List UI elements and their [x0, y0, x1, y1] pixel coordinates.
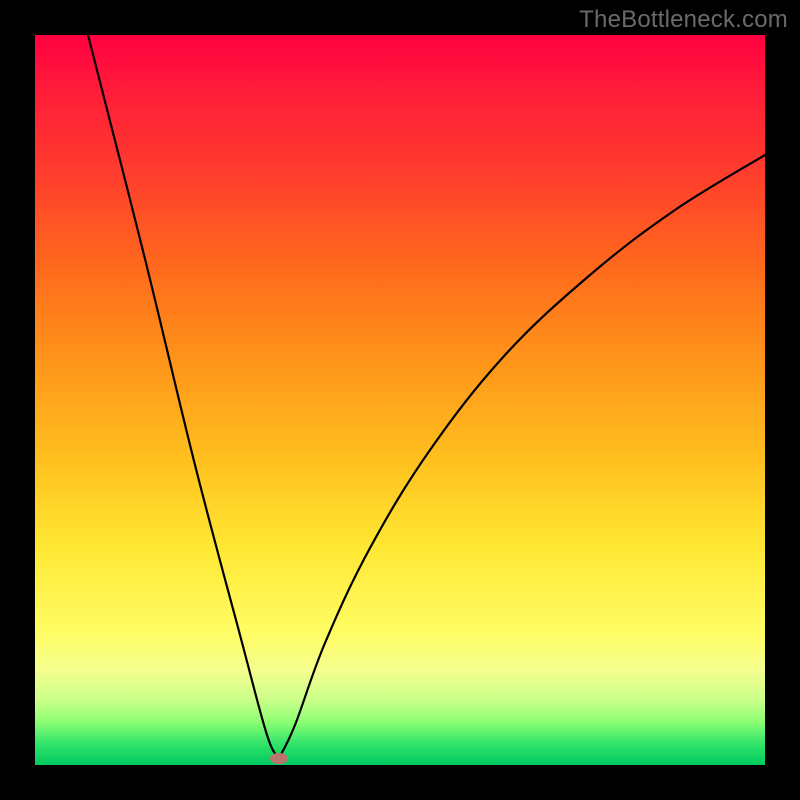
bottleneck-curve	[35, 35, 765, 765]
watermark-text: TheBottleneck.com	[579, 6, 788, 34]
minimum-marker	[270, 753, 288, 764]
chart-frame: TheBottleneck.com	[0, 0, 800, 800]
plot-area	[35, 35, 765, 765]
